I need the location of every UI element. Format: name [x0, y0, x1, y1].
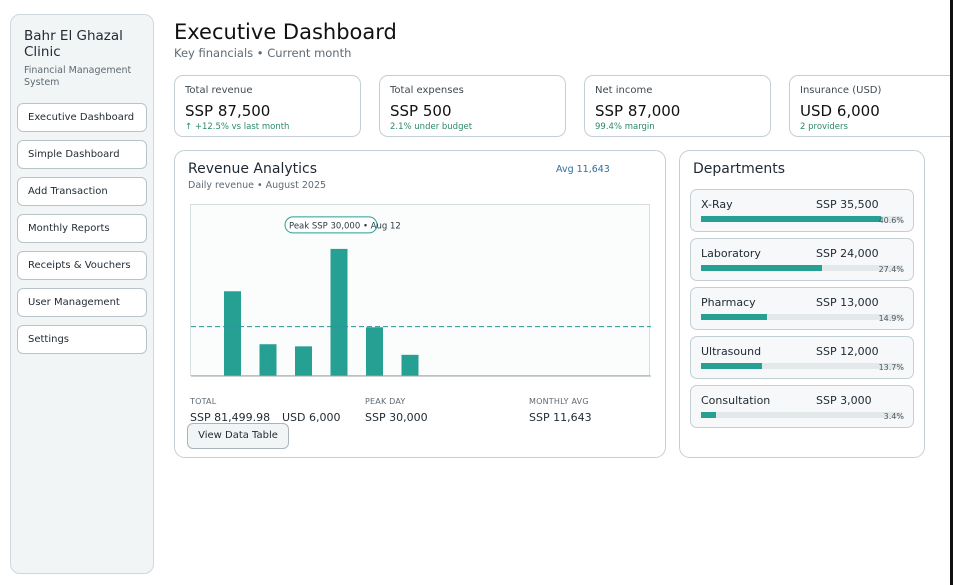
- revenue-bar[interactable]: [259, 344, 277, 376]
- kpi-label: Net income: [595, 85, 653, 96]
- nav-monthly-reports[interactable]: Monthly Reports: [17, 214, 147, 243]
- department-card-ultrasound[interactable]: Ultrasound SSP 12,000 13.7%: [690, 336, 914, 379]
- stat-peak-value: SSP 30,000: [365, 411, 428, 424]
- revenue-chart: Peak SSP 30,000 • Aug 12: [190, 204, 651, 377]
- revenue-analytics-panel: Revenue Analytics Daily revenue • August…: [174, 150, 666, 458]
- department-share-track: [701, 363, 903, 369]
- revenue-bar[interactable]: [295, 346, 312, 376]
- department-amount: SSP 3,000: [816, 394, 872, 407]
- department-percent: 3.4%: [883, 412, 904, 421]
- department-card-consultation[interactable]: Consultation SSP 3,000 3.4%: [690, 385, 914, 428]
- nav-simple-dashboard[interactable]: Simple Dashboard: [17, 140, 147, 169]
- department-name: Consultation: [701, 394, 771, 407]
- stat-peak-label: PEAK DAY: [365, 397, 406, 406]
- department-share-bar: [701, 314, 768, 320]
- kpi-card-total-revenue: Total revenue SSP 87,500 ↑ +12.5% vs las…: [174, 75, 361, 137]
- page-title: Executive Dashboard: [174, 20, 397, 44]
- department-percent: 40.6%: [878, 216, 904, 225]
- kpi-note: 2 providers: [800, 122, 848, 132]
- kpi-label: Total revenue: [185, 85, 253, 96]
- department-percent: 13.7%: [878, 363, 904, 372]
- department-share-track: [701, 265, 903, 271]
- revenue-bar[interactable]: [330, 248, 348, 376]
- department-share-bar: [701, 216, 881, 222]
- peak-annotation-label: Peak SSP 30,000 • Aug 12: [289, 221, 401, 231]
- department-amount: SSP 12,000: [816, 345, 879, 358]
- department-share-track: [701, 314, 903, 320]
- nav-user-management[interactable]: User Management: [17, 288, 147, 317]
- department-amount: SSP 24,000: [816, 247, 879, 260]
- department-card-xray[interactable]: X-Ray SSP 35,500 40.6%: [690, 189, 914, 232]
- nav-executive-dashboard[interactable]: Executive Dashboard: [17, 103, 147, 132]
- department-amount: SSP 35,500: [816, 198, 879, 211]
- kpi-note: 2.1% under budget: [390, 122, 473, 132]
- department-share-bar: [701, 265, 823, 271]
- kpi-note: ↑ +12.5% vs last month: [185, 122, 290, 132]
- department-percent: 14.9%: [878, 314, 904, 323]
- department-share-bar: [701, 363, 762, 369]
- department-name: Ultrasound: [701, 345, 762, 358]
- view-data-table-button[interactable]: View Data Table: [187, 423, 289, 449]
- sidebar: Bahr El Ghazal Clinic Financial Manageme…: [10, 14, 154, 574]
- kpi-label: Insurance (USD): [800, 85, 882, 96]
- stat-total-usd: USD 6,000: [282, 411, 341, 424]
- department-name: X-Ray: [701, 198, 733, 211]
- revenue-bar[interactable]: [224, 291, 241, 376]
- revenue-bar[interactable]: [366, 327, 383, 376]
- kpi-value: USD 6,000: [800, 102, 880, 120]
- revenue-bar[interactable]: [401, 354, 419, 376]
- nav-add-transaction[interactable]: Add Transaction: [17, 177, 147, 206]
- average-link[interactable]: Avg 11,643: [556, 164, 610, 175]
- kpi-note: 99.4% margin: [595, 122, 655, 132]
- revenue-title: Revenue Analytics: [188, 161, 317, 177]
- department-name: Pharmacy: [701, 296, 756, 309]
- department-name: Laboratory: [701, 247, 761, 260]
- stat-avg-value: SSP 11,643: [529, 411, 592, 424]
- stat-avg-label: MONTHLY AVG: [529, 397, 589, 406]
- kpi-card-net-income: Net income SSP 87,000 99.4% margin: [584, 75, 771, 137]
- department-percent: 27.4%: [878, 265, 904, 274]
- kpi-value: SSP 87,000: [595, 102, 681, 120]
- department-card-laboratory[interactable]: Laboratory SSP 24,000 27.4%: [690, 238, 914, 281]
- kpi-value: SSP 87,500: [185, 102, 271, 120]
- bars-group: [224, 248, 419, 376]
- page-subtitle: Key financials • Current month: [174, 46, 352, 60]
- departments-title: Departments: [693, 161, 786, 177]
- department-share-track: [701, 216, 903, 222]
- kpi-label: Total expenses: [390, 85, 464, 96]
- department-share-track: [701, 412, 903, 418]
- department-card-pharmacy[interactable]: Pharmacy SSP 13,000 14.9%: [690, 287, 914, 330]
- nav-receipts-vouchers[interactable]: Receipts & Vouchers: [17, 251, 147, 280]
- departments-panel: Departments X-Ray SSP 35,500 40.6% Labor…: [679, 150, 925, 458]
- department-amount: SSP 13,000: [816, 296, 879, 309]
- kpi-card-insurance: Insurance (USD) USD 6,000 2 providers: [789, 75, 950, 137]
- stat-total-label: TOTAL: [190, 397, 217, 406]
- kpi-value: SSP 500: [390, 102, 452, 120]
- system-subtitle: Financial Management System: [24, 65, 132, 88]
- department-share-bar: [701, 412, 717, 418]
- revenue-subtitle: Daily revenue • August 2025: [188, 180, 327, 191]
- clinic-name: Bahr El Ghazal Clinic: [24, 28, 123, 60]
- kpi-card-total-expenses: Total expenses SSP 500 2.1% under budget: [379, 75, 566, 137]
- revenue-chart-svg: Peak SSP 30,000 • Aug 12: [191, 216, 651, 377]
- nav-settings[interactable]: Settings: [17, 325, 147, 354]
